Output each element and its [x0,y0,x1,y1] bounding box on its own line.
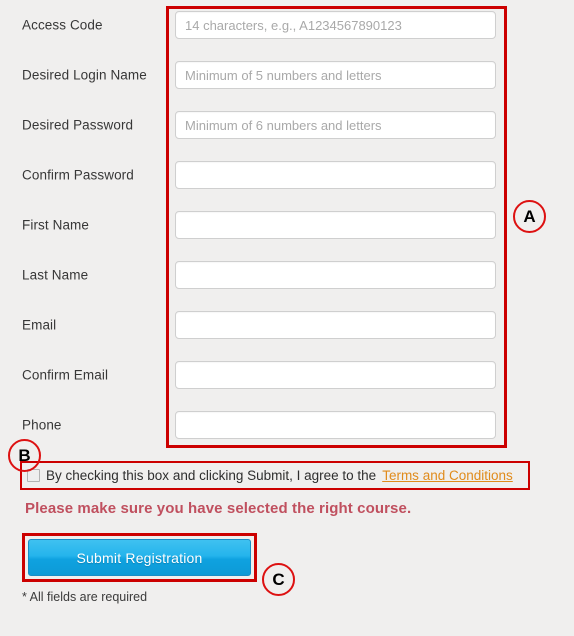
required-fields-note: * All fields are required [22,590,148,604]
form-row-email: Email [0,300,574,350]
desired-login-name-input[interactable] [175,61,496,89]
email-input[interactable] [175,311,496,339]
last-name-input[interactable] [175,261,496,289]
label-access-code: Access Code [22,17,103,33]
confirm-email-input[interactable] [175,361,496,389]
form-row-desired-login-name: Desired Login Name [0,50,574,100]
form-row-confirm-email: Confirm Email [0,350,574,400]
course-selection-warning: Please make sure you have selected the r… [25,500,412,517]
desired-password-input[interactable] [175,111,496,139]
terms-agreement-row: By checking this box and clicking Submit… [27,464,513,487]
label-desired-login-name: Desired Login Name [22,67,147,83]
form-row-confirm-password: Confirm Password [0,150,574,200]
form-row-first-name: First Name [0,200,574,250]
submit-registration-button[interactable]: Submit Registration [28,539,251,576]
terms-agreement-text: By checking this box and clicking Submit… [46,468,377,483]
label-last-name: Last Name [22,267,89,283]
access-code-input[interactable] [175,11,496,39]
label-phone: Phone [22,417,62,433]
registration-fields-list: Access Code Desired Login Name Desired P… [0,0,574,450]
label-confirm-email: Confirm Email [22,367,109,383]
annotation-marker-c: C [262,563,295,596]
form-row-access-code: Access Code [0,0,574,50]
form-row-desired-password: Desired Password [0,100,574,150]
first-name-input[interactable] [175,211,496,239]
annotation-marker-a: A [513,200,546,233]
phone-input[interactable] [175,411,496,439]
label-confirm-password: Confirm Password [22,167,134,183]
registration-form-page: Access Code Desired Login Name Desired P… [0,0,574,636]
form-row-phone: Phone [0,400,574,450]
label-desired-password: Desired Password [22,117,134,133]
form-row-last-name: Last Name [0,250,574,300]
terms-and-conditions-link[interactable]: Terms and Conditions [382,468,513,483]
label-email: Email [22,317,57,333]
annotation-marker-b: B [8,439,41,472]
label-first-name: First Name [22,217,90,233]
confirm-password-input[interactable] [175,161,496,189]
